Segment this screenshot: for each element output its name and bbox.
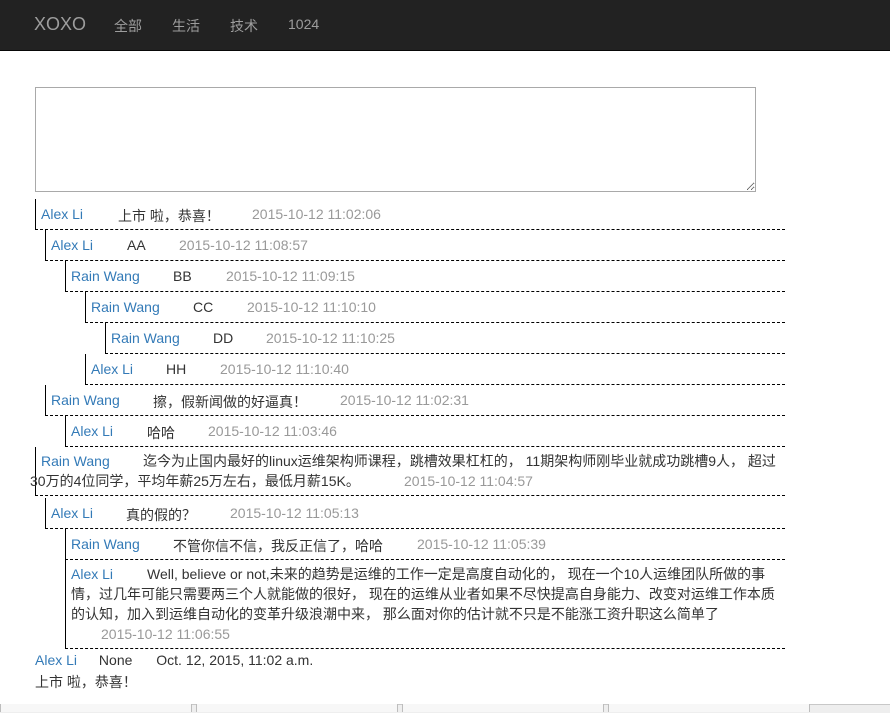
comment-time: 2015-10-12 11:10:25 [266,330,395,346]
comment-time: 2015-10-12 11:05:39 [417,536,546,552]
comment-content: DD [213,330,234,346]
nav-link-tech[interactable]: 技术 [230,16,258,36]
comment-user-link[interactable]: Rain Wang [41,451,110,471]
comment-user-link[interactable]: Rain Wang [111,330,180,346]
comment-content: 擦，假新闻做的好逼真！ [153,394,307,410]
comment-item: Rain Wang BB 2015-10-12 11:09:15 [65,261,785,292]
comment-item: Alex Li 真的假的？ 2015-10-12 11:05:13 [45,498,785,529]
comment-content: BB [173,268,192,284]
tab-segment[interactable] [608,704,810,712]
comment-time: 2015-10-12 11:10:10 [247,299,376,315]
comment-user-link[interactable]: Rain Wang [91,299,160,315]
comment-user-link[interactable]: Alex Li [51,237,93,253]
comment-time: 2015-10-12 11:09:15 [226,268,355,284]
comment-content: 真的假的？ [126,507,196,523]
comment-textarea[interactable] [35,87,756,192]
comment-item: Rain Wang DD 2015-10-12 11:10:25 [105,323,785,354]
comment-item: Alex Li HH 2015-10-12 11:10:40 [85,354,785,385]
post-body: 上市 啦，恭喜！ [35,674,137,690]
post-field: None [98,652,133,668]
tab-segment[interactable] [402,704,604,712]
comment-time: 2015-10-12 11:08:57 [179,237,308,253]
nav-link-life[interactable]: 生活 [172,16,200,36]
tab-segment[interactable] [196,704,398,712]
comment-user-link[interactable]: Alex Li [71,423,113,439]
comment-item: Rain Wang 不管你信不信，我反正信了，哈哈 2015-10-12 11:… [65,529,785,560]
post-author-link[interactable]: Alex Li [35,652,77,668]
comment-content: 哈哈 [147,425,175,441]
comment-time: 2015-10-12 11:06:55 [101,626,230,642]
comment-content: HH [166,361,187,377]
comment-user-link[interactable]: Alex Li [91,361,133,377]
comment-time: 2015-10-12 11:02:06 [252,206,381,222]
nav-link-all[interactable]: 全部 [114,16,142,36]
comment-time: 2015-10-12 11:05:13 [230,505,359,521]
comment-item: Alex Li AA 2015-10-12 11:08:57 [45,230,785,261]
comment-content: AA [127,237,146,253]
comment-content-line: 迄今为止国内最好的linux运维架构师课程，跳槽效果杠杠的， 11期架构师刚毕业… [143,453,776,469]
comment-content-line: Well, believe or not,未来的趋势是运维的工作一定是高度自动化… [147,566,766,582]
comment-content: 不管你信不信，我反正信了，哈哈 [173,538,383,554]
comment-user-link[interactable]: Alex Li [41,206,83,222]
post-date: Oct. 12, 2015, 11:02 a.m. [156,652,314,668]
comment-time: 2015-10-12 11:02:31 [340,392,469,408]
comment-content-line: 30万的4位同学，平均年薪25万左右，最低月薪15K。 [30,473,360,489]
comment-content-line: 的认知，加入到运维自动化的变革升级浪潮中来， 那么面对你的估计就不只是不能涨工资… [71,606,719,622]
comment-content-line: 情，过几年可能只需要两三个人就能做的很好， 现在的运维从业者如果不尽快提高自身能… [71,586,775,602]
comment-time: 2015-10-12 11:04:57 [404,473,533,489]
comment-time: 2015-10-12 11:03:46 [208,423,337,439]
comment-item: Alex Li Well, believe or not,未来的趋势是运维的工作… [65,560,785,649]
comment-item: Alex Li 哈哈 2015-10-12 11:03:46 [65,416,785,447]
comment-item: Rain Wang 擦，假新闻做的好逼真！ 2015-10-12 11:02:3… [45,385,785,416]
comment-user-link[interactable]: Alex Li [71,564,113,584]
comment-item: Rain Wang 迄今为止国内最好的linux运维架构师课程，跳槽效果杠杠的，… [30,447,785,496]
nav-link-1024[interactable]: 1024 [288,16,319,32]
navbar: XOXO 全部 生活 技术 1024 [0,0,890,51]
comment-user-link[interactable]: Alex Li [51,505,93,521]
comment-user-link[interactable]: Rain Wang [51,392,120,408]
comment-user-link[interactable]: Rain Wang [71,536,140,552]
comment-content: 上市 啦，恭喜！ [118,208,220,224]
comment-user-link[interactable]: Rain Wang [71,268,140,284]
tab-segment[interactable] [0,704,192,712]
comment-item: Alex Li 上市 啦，恭喜！ 2015-10-12 11:02:06 [35,199,785,230]
brand-link[interactable]: XOXO [34,14,86,35]
post-meta: Alex Li None Oct. 12, 2015, 11:02 a.m. [35,652,313,668]
comment-content: CC [193,299,214,315]
comment-time: 2015-10-12 11:10:40 [220,361,349,377]
comment-item: Rain Wang CC 2015-10-12 11:10:10 [85,292,785,323]
